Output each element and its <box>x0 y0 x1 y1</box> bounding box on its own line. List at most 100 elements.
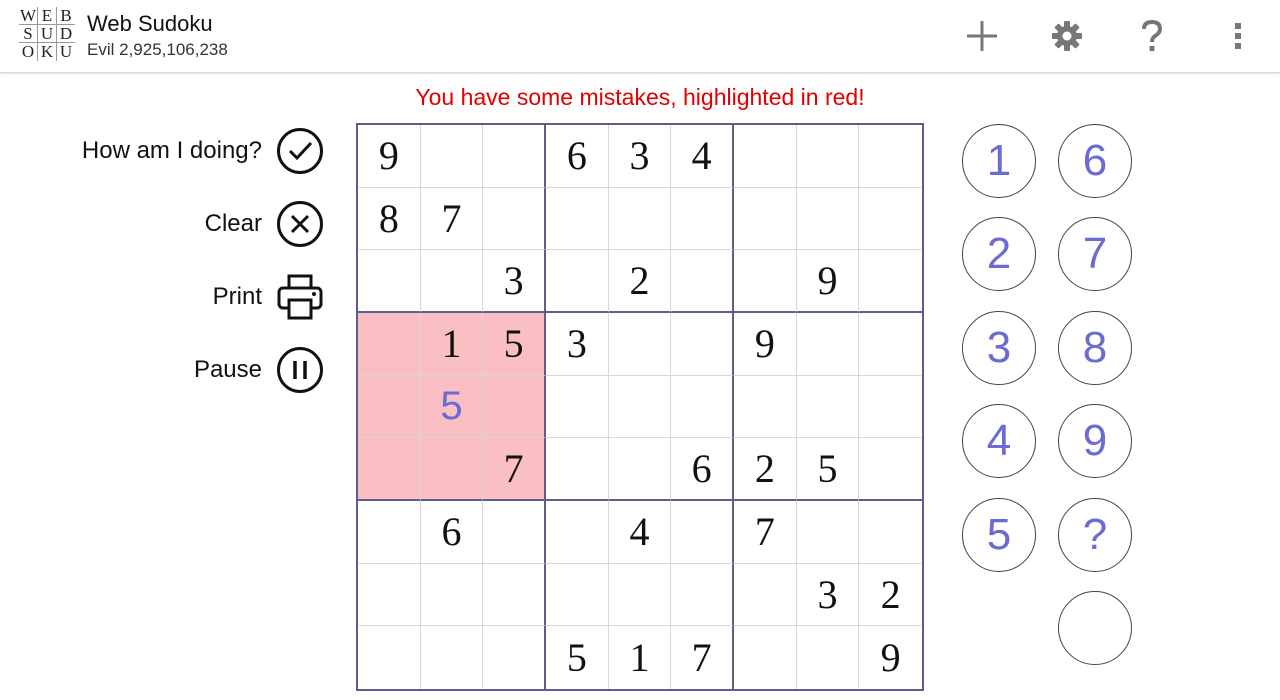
board-cell-r4-c3[interactable]: 5 <box>483 313 546 376</box>
board-cell-r1-c6[interactable]: 4 <box>671 125 734 188</box>
board-cell-r2-c9[interactable] <box>859 188 922 251</box>
board-cell-r4-c5[interactable] <box>608 313 672 376</box>
board-cell-r1-c2[interactable] <box>420 125 484 188</box>
board-cell-r6-c4[interactable] <box>546 438 609 501</box>
board-cell-r6-c3[interactable]: 7 <box>483 438 546 501</box>
board-cell-r5-c1[interactable] <box>358 375 421 439</box>
numpad-button-7[interactable]: 7 <box>1058 217 1132 291</box>
board-cell-r6-c9[interactable] <box>859 438 922 501</box>
board-cell-r7-c8[interactable] <box>796 501 860 564</box>
numpad-button-2[interactable]: 2 <box>962 217 1036 291</box>
board-cell-r9-c8[interactable] <box>797 626 860 689</box>
board-cell-r8-c7[interactable] <box>734 563 797 627</box>
board-cell-r3-c1[interactable] <box>358 250 421 313</box>
how-am-i-doing-button[interactable]: How am I doing? <box>82 126 324 176</box>
board-cell-r1-c7[interactable] <box>734 125 797 188</box>
board-cell-r3-c9[interactable] <box>859 250 922 313</box>
board-cell-r3-c6[interactable] <box>671 250 734 313</box>
board-cell-r5-c7[interactable] <box>734 375 797 439</box>
board-cell-r7-c9[interactable] <box>859 501 922 564</box>
board-cell-r2-c8[interactable] <box>796 187 860 251</box>
board-cell-r4-c2[interactable]: 1 <box>420 313 484 376</box>
board-cell-r7-c1[interactable] <box>358 501 421 564</box>
board-cell-r5-c5[interactable] <box>608 375 672 439</box>
board-cell-r9-c9[interactable]: 9 <box>859 626 922 689</box>
board-cell-r8-c2[interactable] <box>420 563 484 627</box>
board-cell-r4-c6[interactable] <box>671 313 734 376</box>
board-cell-r9-c6[interactable]: 7 <box>671 626 734 689</box>
board-cell-r5-c4[interactable] <box>546 375 609 439</box>
board-cell-r3-c8[interactable]: 9 <box>796 250 860 313</box>
numpad-button-3[interactable]: 3 <box>962 311 1036 385</box>
numpad-button-5[interactable]: 5 <box>962 498 1036 572</box>
board-cell-r6-c1[interactable] <box>358 438 421 501</box>
board-cell-r9-c5[interactable]: 1 <box>609 626 672 689</box>
board-cell-r3-c4[interactable] <box>546 250 609 313</box>
board-cell-r2-c2[interactable]: 7 <box>420 187 484 251</box>
board-cell-r9-c7[interactable] <box>734 626 797 689</box>
new-game-button[interactable] <box>960 14 1004 58</box>
board-cell-r9-c3[interactable] <box>483 626 546 689</box>
board-cell-r3-c2[interactable] <box>420 250 484 313</box>
board-cell-r7-c4[interactable] <box>546 501 609 564</box>
board-cell-r1-c4[interactable]: 6 <box>546 125 609 188</box>
board-cell-r9-c1[interactable] <box>358 626 421 689</box>
board-cell-r6-c5[interactable] <box>608 438 672 501</box>
board-cell-r1-c3[interactable] <box>483 125 546 188</box>
numpad-button-8[interactable]: 8 <box>1058 311 1132 385</box>
board-cell-r8-c6[interactable] <box>671 563 734 627</box>
clear-button[interactable]: Clear <box>205 199 324 249</box>
help-button[interactable] <box>1130 14 1174 58</box>
board-cell-r5-c3[interactable] <box>483 375 546 439</box>
board-cell-r7-c5[interactable]: 4 <box>608 501 672 564</box>
board-cell-r4-c9[interactable] <box>859 313 922 376</box>
board-cell-r6-c6[interactable]: 6 <box>671 438 734 501</box>
print-button[interactable]: Print <box>213 272 324 322</box>
board-cell-r7-c3[interactable] <box>483 501 546 564</box>
board-cell-r1-c8[interactable] <box>796 125 860 188</box>
board-cell-r8-c5[interactable] <box>608 563 672 627</box>
board-cell-r4-c7[interactable]: 9 <box>734 313 797 376</box>
pause-button[interactable]: Pause <box>194 345 324 395</box>
numpad-button-erase[interactable] <box>1058 591 1132 665</box>
board-cell-r1-c5[interactable]: 3 <box>608 125 672 188</box>
board-cell-r6-c8[interactable]: 5 <box>796 438 860 501</box>
board-cell-r1-c1[interactable]: 9 <box>358 125 421 188</box>
board-cell-r8-c3[interactable] <box>483 563 546 627</box>
board-cell-r4-c4[interactable]: 3 <box>546 313 609 376</box>
board-cell-r6-c7[interactable]: 2 <box>734 438 797 501</box>
board-cell-r5-c9[interactable] <box>859 376 922 439</box>
board-cell-r7-c2[interactable]: 6 <box>420 501 484 564</box>
board-cell-r2-c3[interactable] <box>483 187 546 251</box>
overflow-menu-button[interactable] <box>1216 14 1260 58</box>
board-cell-r4-c8[interactable] <box>796 313 860 376</box>
board-cell-r3-c3[interactable]: 3 <box>483 250 546 313</box>
numpad-button-9[interactable]: 9 <box>1058 404 1132 478</box>
numpad-button-hint[interactable]: ? <box>1058 498 1132 572</box>
board-cell-r9-c4[interactable]: 5 <box>546 626 609 689</box>
board-cell-r7-c7[interactable]: 7 <box>734 501 797 564</box>
board-cell-r2-c5[interactable] <box>608 187 672 251</box>
board-cell-r5-c2[interactable]: 5 <box>420 375 484 439</box>
numpad-button-1[interactable]: 1 <box>962 124 1036 198</box>
board-cell-r3-c5[interactable]: 2 <box>608 250 672 313</box>
board-cell-r4-c1[interactable] <box>358 313 421 376</box>
board-cell-r8-c9[interactable]: 2 <box>859 564 922 627</box>
board-cell-r2-c7[interactable] <box>734 187 797 251</box>
board-cell-r7-c6[interactable] <box>671 501 734 564</box>
board-cell-r8-c8[interactable]: 3 <box>796 563 860 627</box>
board-cell-r5-c8[interactable] <box>796 375 860 439</box>
board-cell-r2-c4[interactable] <box>546 187 609 251</box>
board-cell-r1-c9[interactable] <box>859 125 922 188</box>
board-cell-r8-c1[interactable] <box>358 563 421 627</box>
settings-button[interactable] <box>1045 14 1089 58</box>
board-cell-r8-c4[interactable] <box>546 563 609 627</box>
board-cell-r9-c2[interactable] <box>421 626 484 689</box>
board-cell-r6-c2[interactable] <box>420 438 484 501</box>
board-cell-r2-c1[interactable]: 8 <box>358 187 421 251</box>
board-cell-r3-c7[interactable] <box>734 250 797 313</box>
numpad-button-6[interactable]: 6 <box>1058 124 1132 198</box>
board-cell-r2-c6[interactable] <box>671 187 734 251</box>
numpad-button-4[interactable]: 4 <box>962 404 1036 478</box>
board-cell-r5-c6[interactable] <box>671 375 734 439</box>
